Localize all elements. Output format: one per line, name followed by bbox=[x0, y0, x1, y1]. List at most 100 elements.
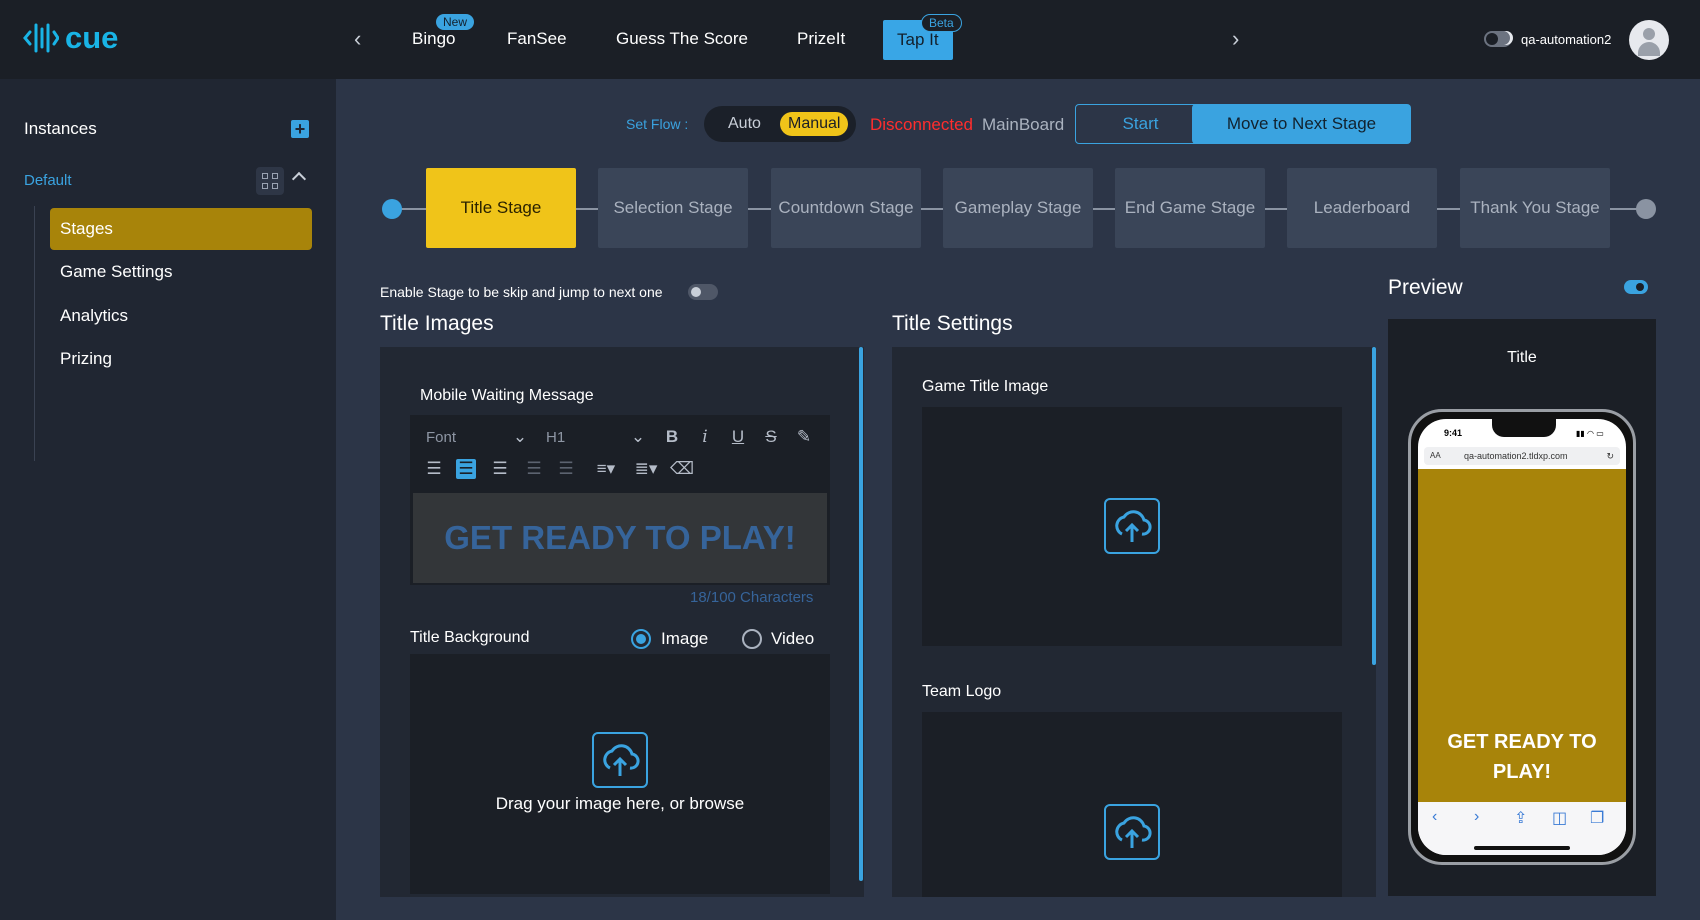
sidebar-item-prizing[interactable]: Prizing bbox=[50, 338, 312, 380]
sound-wave-icon bbox=[23, 23, 59, 53]
underline-icon[interactable]: U bbox=[728, 427, 748, 447]
title-background-dropzone[interactable]: Drag your image here, or browse bbox=[410, 654, 830, 894]
team-logo-label: Team Logo bbox=[922, 683, 1002, 700]
flow-toggle[interactable]: Auto Manual bbox=[704, 106, 856, 142]
italic-icon[interactable]: i bbox=[695, 427, 715, 447]
top-bar: cue ‹ Bingo New FanSee Guess The Score P… bbox=[0, 0, 1700, 79]
user-name: qa-automation2 bbox=[1521, 32, 1612, 47]
avatar-body bbox=[1638, 42, 1660, 56]
tab-bingo[interactable]: Bingo bbox=[412, 28, 455, 50]
chevron-right-icon[interactable]: › bbox=[1232, 28, 1250, 50]
phone-screen: 9:41 ▮▮ ◠ ▭ AA qa-automation2.tldxp.com … bbox=[1418, 419, 1626, 855]
chevron-left-icon[interactable]: ‹ bbox=[354, 28, 372, 50]
stage-end-game[interactable]: End Game Stage bbox=[1115, 168, 1265, 248]
title-settings-scrollbar[interactable] bbox=[1372, 347, 1376, 665]
qr-corner bbox=[262, 173, 268, 179]
home-indicator bbox=[1474, 846, 1570, 850]
moon-icon bbox=[1499, 31, 1513, 45]
flow-auto-option[interactable]: Auto bbox=[720, 112, 769, 136]
tab-prizeit[interactable]: PrizeIt bbox=[797, 28, 845, 50]
phone-notch bbox=[1492, 419, 1556, 437]
phone-mockup: 9:41 ▮▮ ◠ ▭ AA qa-automation2.tldxp.com … bbox=[1408, 409, 1636, 865]
new-badge: New bbox=[436, 14, 475, 30]
team-logo-dropzone[interactable] bbox=[922, 712, 1342, 897]
chevron-down-icon[interactable]: ⌄ bbox=[510, 427, 530, 447]
board-name: MainBoard bbox=[982, 115, 1065, 134]
instance-default[interactable]: Default bbox=[24, 172, 72, 189]
reload-icon: ↻ bbox=[1606, 451, 1614, 461]
sidebar: Instances + Default Stages Game Settings… bbox=[0, 79, 336, 920]
avatar-head bbox=[1643, 28, 1655, 40]
align-right-icon[interactable]: ☰ bbox=[490, 459, 510, 479]
indent-icon[interactable]: ☰ bbox=[556, 459, 576, 479]
strikethrough-icon[interactable]: S bbox=[761, 427, 781, 447]
stage-leaderboard[interactable]: Leaderboard bbox=[1287, 168, 1437, 248]
rich-text-editor: Font ⌄ H1 ⌄ B i U S ✎ ☰ ☰ ☰ ☰ ☰ ≡▾ ≣▾ ⌫ … bbox=[410, 415, 830, 585]
stage-gameplay[interactable]: Gameplay Stage bbox=[943, 168, 1093, 248]
preview-toggle[interactable] bbox=[1624, 280, 1648, 294]
brand-name: cue bbox=[65, 20, 119, 55]
dropzone-text: Drag your image here, or browse bbox=[495, 794, 745, 813]
bullet-list-icon[interactable]: ≣▾ bbox=[630, 459, 662, 479]
sidebar-item-analytics[interactable]: Analytics bbox=[50, 295, 312, 337]
align-center-icon[interactable]: ☰ bbox=[456, 459, 476, 479]
chevron-up-icon[interactable] bbox=[291, 171, 307, 187]
share-icon: ⇪ bbox=[1514, 810, 1528, 827]
game-title-image-dropzone[interactable] bbox=[922, 407, 1342, 646]
connection-status: Disconnected bbox=[870, 115, 974, 134]
beta-badge: Beta bbox=[921, 14, 962, 32]
bold-icon[interactable]: B bbox=[662, 427, 682, 447]
heading-select[interactable]: H1 bbox=[546, 429, 565, 446]
chevron-down-icon[interactable]: ⌄ bbox=[628, 427, 648, 447]
ordered-list-icon[interactable]: ≡▾ bbox=[590, 459, 622, 479]
avatar[interactable] bbox=[1629, 20, 1669, 60]
preview-screen-name: Title bbox=[1507, 349, 1537, 366]
skip-stage-label: Enable Stage to be skip and jump to next… bbox=[380, 284, 663, 300]
stage-thank-you[interactable]: Thank You Stage bbox=[1460, 168, 1610, 248]
back-icon: ‹ bbox=[1432, 808, 1438, 825]
qr-corner bbox=[262, 183, 268, 189]
qr-code-icon[interactable] bbox=[256, 167, 284, 195]
signal-battery-icon: ▮▮ ◠ ▭ bbox=[1576, 429, 1604, 438]
highlight-icon[interactable]: ✎ bbox=[794, 427, 814, 447]
mobile-waiting-message-input[interactable]: GET READY TO PLAY! bbox=[413, 493, 827, 583]
title-images-heading: Title Images bbox=[380, 312, 494, 335]
phone-time: 9:41 bbox=[1444, 428, 1463, 438]
upload-icon bbox=[1104, 804, 1160, 860]
sidebar-item-game-settings[interactable]: Game Settings bbox=[50, 251, 312, 293]
image-radio-label: Image bbox=[661, 629, 709, 648]
video-radio[interactable] bbox=[742, 629, 762, 649]
outdent-icon[interactable]: ☰ bbox=[524, 459, 544, 479]
flow-manual-option[interactable]: Manual bbox=[780, 112, 849, 136]
stage-title[interactable]: Title Stage bbox=[426, 168, 576, 248]
logo[interactable]: cue bbox=[23, 20, 118, 56]
skip-stage-toggle[interactable] bbox=[688, 284, 718, 300]
phone-url: qa-automation2.tldxp.com bbox=[1464, 451, 1568, 461]
game-title-image-label: Game Title Image bbox=[922, 378, 1049, 395]
qr-corner bbox=[272, 173, 278, 179]
sidebar-title: Instances bbox=[24, 119, 97, 138]
clear-format-icon[interactable]: ⌫ bbox=[670, 459, 694, 479]
add-instance-button[interactable]: + bbox=[291, 120, 309, 138]
tab-fansee[interactable]: FanSee bbox=[507, 28, 567, 50]
upload-icon bbox=[1104, 498, 1160, 554]
image-radio[interactable] bbox=[631, 629, 651, 649]
tabs-icon: ❐ bbox=[1590, 810, 1605, 827]
start-button[interactable]: Start bbox=[1075, 104, 1206, 144]
phone-url-bar: AA qa-automation2.tldxp.com ↻ bbox=[1424, 447, 1620, 465]
align-left-icon[interactable]: ☰ bbox=[424, 459, 444, 479]
sidebar-tree-line bbox=[34, 206, 35, 461]
font-select[interactable]: Font bbox=[426, 429, 456, 446]
stage-countdown[interactable]: Countdown Stage bbox=[771, 168, 921, 248]
mobile-waiting-message-label: Mobile Waiting Message bbox=[420, 387, 594, 404]
phone-browser-nav: ‹ › ⇪ ◫ ❐ bbox=[1418, 802, 1626, 855]
preview-message: GET READY TO PLAY! bbox=[1447, 731, 1597, 783]
upload-icon bbox=[592, 732, 648, 788]
title-images-scrollbar[interactable] bbox=[859, 347, 863, 881]
sidebar-item-stages[interactable]: Stages bbox=[50, 208, 312, 250]
text-size-icon: AA bbox=[1430, 451, 1441, 460]
stage-selection[interactable]: Selection Stage bbox=[598, 168, 748, 248]
tab-guess-the-score[interactable]: Guess The Score bbox=[616, 28, 748, 50]
bookmarks-icon: ◫ bbox=[1552, 810, 1568, 827]
move-to-next-stage-button[interactable]: Move to Next Stage bbox=[1192, 104, 1411, 144]
